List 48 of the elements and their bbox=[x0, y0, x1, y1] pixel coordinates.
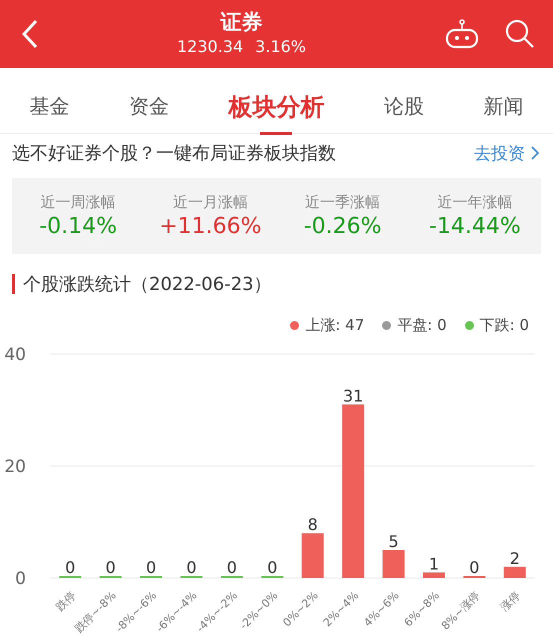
stat-label: 近一周涨幅 bbox=[40, 193, 116, 212]
bar-value-label: 0 bbox=[106, 558, 116, 577]
axis-tick-label: 0 bbox=[15, 569, 26, 589]
stat-label: 近一季涨幅 bbox=[305, 193, 380, 212]
bar-value-label: 0 bbox=[186, 558, 197, 577]
axis-category-label: 跌停 bbox=[54, 588, 78, 614]
tab[interactable]: 基金 bbox=[26, 81, 74, 132]
invest-link[interactable]: 去投资 bbox=[474, 142, 539, 164]
bar-value-label: 0 bbox=[65, 558, 76, 577]
stat-value: -0.26% bbox=[304, 214, 382, 239]
stat-label: 近一年涨幅 bbox=[437, 193, 512, 212]
legend-label: 上涨: 47 bbox=[305, 316, 364, 335]
axis-tick-label: 20 bbox=[4, 457, 26, 477]
robot-icon[interactable] bbox=[445, 19, 479, 49]
promo-text: 选不好证券个股？一键布局证券板块指数 bbox=[12, 142, 336, 165]
tab[interactable]: 资金 bbox=[125, 81, 174, 132]
stat-value: +11.66% bbox=[159, 214, 262, 239]
bar-value-label: 0 bbox=[146, 558, 156, 577]
bar-value-label: 31 bbox=[342, 386, 364, 406]
bar-value-label: 5 bbox=[388, 532, 399, 551]
index-price: 1230.34 bbox=[177, 36, 244, 58]
stat-value: -0.14% bbox=[39, 214, 118, 239]
tab[interactable]: 论股 bbox=[380, 81, 428, 132]
chart-bar bbox=[422, 572, 445, 578]
chart-bar bbox=[504, 566, 526, 578]
section-marker bbox=[12, 274, 15, 294]
index-change: 3.16% bbox=[255, 36, 306, 58]
page-title: 证券 bbox=[220, 9, 262, 35]
chevron-right-icon bbox=[531, 146, 539, 160]
stat-value: -14.44% bbox=[428, 214, 521, 239]
axis-category-label: 涨停 bbox=[498, 588, 523, 614]
tab[interactable]: 板块分析 bbox=[224, 78, 328, 134]
chart-bar bbox=[382, 550, 405, 578]
bar-value-label: 2 bbox=[510, 548, 520, 568]
tab[interactable]: 新闻 bbox=[479, 81, 528, 132]
axis-tick-label: 40 bbox=[4, 345, 26, 365]
bar-value-label: 0 bbox=[226, 558, 237, 577]
bar-value-label: 0 bbox=[267, 558, 278, 577]
bar-value-label: 0 bbox=[469, 558, 480, 577]
bar-value-label: 8 bbox=[308, 515, 318, 534]
chart-bar bbox=[302, 533, 324, 578]
stat-label: 近一月涨幅 bbox=[172, 193, 248, 212]
back-icon[interactable] bbox=[22, 19, 38, 49]
bar-value-label: 1 bbox=[428, 554, 440, 574]
legend-label: 平盘: 0 bbox=[397, 316, 447, 335]
section-title: 个股涨跌统计（2022-06-23） bbox=[23, 273, 272, 296]
legend-label: 下跌: 0 bbox=[480, 316, 529, 335]
search-icon[interactable] bbox=[505, 19, 535, 49]
